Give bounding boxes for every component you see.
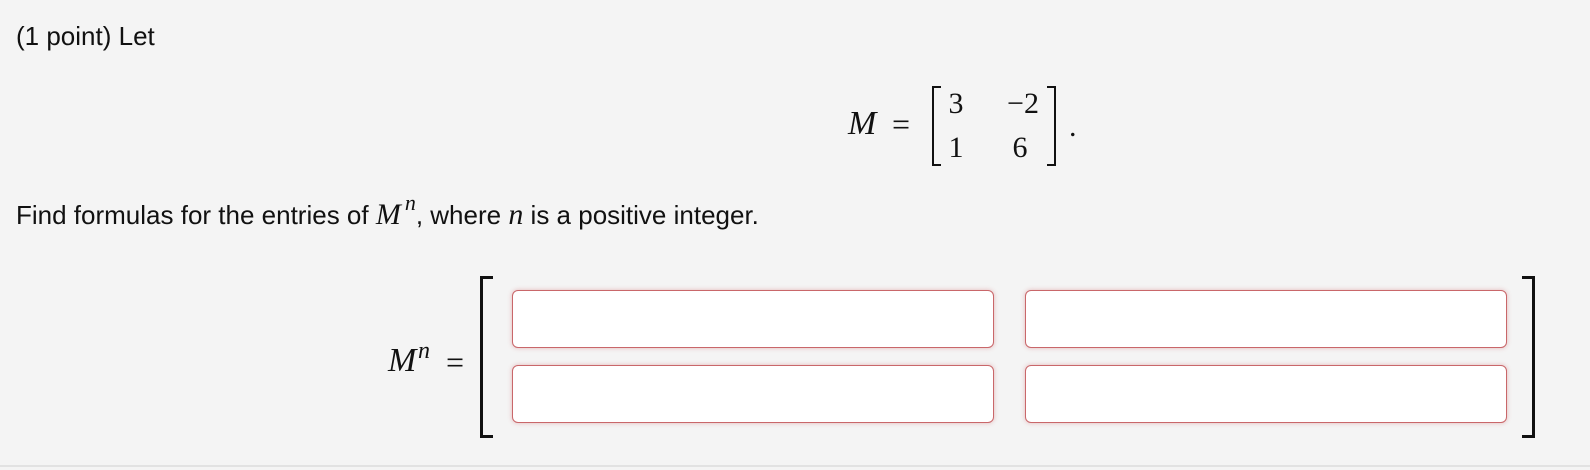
matrix-symbol: M <box>848 105 877 142</box>
answer-input-1-1[interactable] <box>512 290 994 348</box>
matrix-cell-2-2: 6 <box>1012 131 1028 164</box>
answer-input-2-1[interactable] <box>512 365 994 423</box>
equals-sign: = <box>892 106 911 142</box>
answer-right-bracket <box>1522 276 1535 438</box>
answer-input-1-2[interactable] <box>1025 290 1507 348</box>
answer-exponent: n <box>418 338 430 364</box>
answer-input-2-2[interactable] <box>1025 365 1507 423</box>
question-variable: n <box>508 198 524 231</box>
answer-left-bracket <box>480 276 493 438</box>
matrix-cell-1-2: −2 <box>1007 87 1039 120</box>
answer-equals-sign: = <box>446 344 465 380</box>
answer-matrix-symbol: M <box>388 342 417 379</box>
page-bottom-divider <box>0 465 1590 467</box>
matrix-cell-1-1: 3 <box>948 87 964 120</box>
question-text: Find formulas for the entries of Mn, whe… <box>16 190 759 235</box>
question-exponent: n <box>404 190 416 215</box>
question-matrix-symbol: M <box>375 198 401 231</box>
matrix-cell-2-1: 1 <box>948 131 964 164</box>
question-part-2: , where <box>415 200 509 230</box>
problem-intro: (1 point) Let <box>16 21 155 51</box>
sentence-period: . <box>1069 110 1077 143</box>
right-bracket <box>1047 86 1056 166</box>
question-part-1: Find formulas for the entries of <box>16 200 376 230</box>
question-part-3: is a positive integer. <box>523 200 759 230</box>
